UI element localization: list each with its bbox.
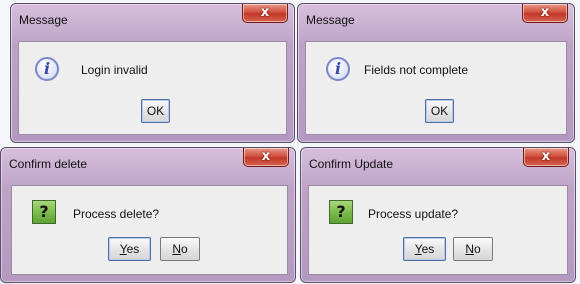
- titlebar[interactable]: Confirm delete x: [1, 148, 295, 184]
- info-icon: i: [35, 57, 59, 81]
- close-button[interactable]: x: [523, 148, 569, 167]
- no-mnemonic: N: [172, 242, 181, 256]
- yes-label-rest: es: [126, 242, 140, 256]
- no-mnemonic: N: [465, 242, 474, 256]
- no-button[interactable]: No: [453, 237, 493, 261]
- dialog-title: Confirm delete: [9, 157, 88, 171]
- dialog-confirm-delete: Confirm delete x ? Process delete? Yes N…: [0, 147, 296, 283]
- dialog-fields-not-complete: Message x i Fields not complete OK: [297, 3, 575, 143]
- message-text: Process delete?: [73, 207, 160, 221]
- dialog-title: Confirm Update: [309, 157, 394, 171]
- dialog-content: ? Process delete? Yes No: [11, 185, 288, 275]
- dialog-login-invalid: Message x i Login invalid OK: [10, 3, 295, 143]
- close-button[interactable]: x: [522, 4, 568, 23]
- close-icon: x: [261, 149, 271, 164]
- close-icon: x: [260, 5, 270, 20]
- dialog-content: i Fields not complete OK: [305, 41, 567, 135]
- ok-button[interactable]: OK: [425, 99, 454, 123]
- dialog-confirm-update: Confirm Update x ? Process update? Yes N…: [300, 147, 576, 283]
- dialog-content: ? Process update? Yes No: [308, 185, 568, 275]
- dialog-title: Message: [306, 13, 355, 27]
- info-icon: i: [326, 57, 350, 81]
- yes-mnemonic: Y: [414, 242, 422, 256]
- titlebar[interactable]: Confirm Update x: [301, 148, 575, 184]
- yes-button[interactable]: Yes: [108, 237, 151, 261]
- ok-button[interactable]: OK: [141, 99, 170, 123]
- no-button[interactable]: No: [160, 237, 200, 261]
- message-text: Login invalid: [81, 63, 148, 77]
- close-icon: x: [541, 149, 551, 164]
- message-text: Process update?: [368, 207, 459, 221]
- yes-label-rest: es: [421, 242, 435, 256]
- close-button[interactable]: x: [242, 4, 288, 23]
- question-icon: ?: [329, 200, 353, 224]
- dialog-title: Message: [19, 13, 68, 27]
- titlebar[interactable]: Message x: [298, 4, 574, 40]
- yes-mnemonic: Y: [119, 242, 127, 256]
- close-icon: x: [540, 5, 550, 20]
- yes-button[interactable]: Yes: [403, 237, 446, 261]
- titlebar[interactable]: Message x: [11, 4, 294, 40]
- dialog-content: i Login invalid OK: [18, 41, 287, 135]
- question-icon: ?: [32, 200, 56, 224]
- message-text: Fields not complete: [364, 63, 469, 77]
- no-label-rest: o: [473, 242, 481, 256]
- no-label-rest: o: [180, 242, 188, 256]
- close-button[interactable]: x: [243, 148, 289, 167]
